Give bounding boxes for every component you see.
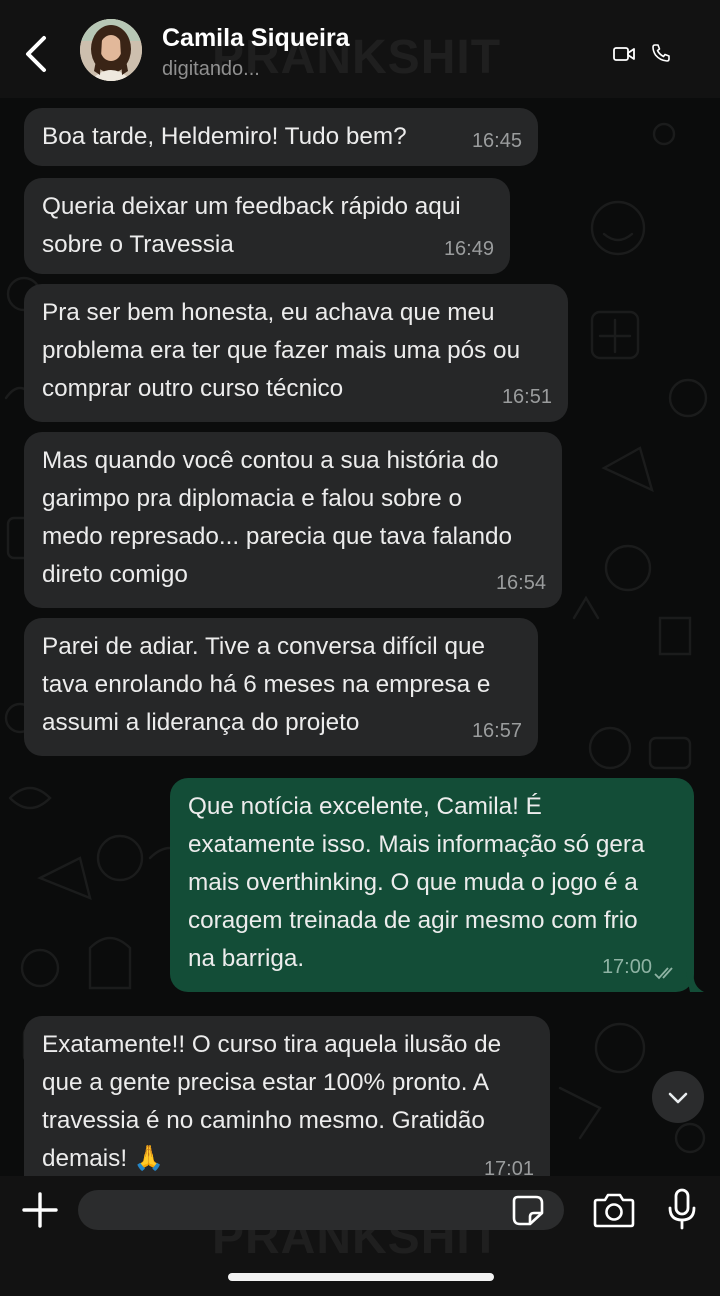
message-bubble-outgoing[interactable]: Que notícia excelente, Camila! É exatame…: [170, 778, 694, 992]
message-text: Boa tarde, Heldemiro! Tudo bem?: [42, 123, 407, 150]
sticker-button[interactable]: [510, 1193, 546, 1227]
message-time: 16:49: [443, 238, 494, 260]
message-bubble-incoming[interactable]: Pra ser bem honesta, eu achava que meu p…: [24, 284, 568, 422]
message-bubble-incoming[interactable]: Queria deixar um feedback rápido aqui so…: [24, 178, 510, 274]
chat-header: Camila Siqueira digitando... PRANKSHIT: [0, 0, 720, 98]
message-text: Mas quando você contou a sua história do…: [42, 447, 513, 588]
message-time: 16:54: [495, 572, 546, 594]
camera-button[interactable]: [592, 1190, 636, 1230]
video-call-button[interactable]: [612, 44, 638, 64]
voice-call-button[interactable]: [651, 43, 671, 63]
watermark: PRANKSHIT: [212, 31, 502, 84]
microphone-button[interactable]: [666, 1188, 698, 1232]
message-input[interactable]: [78, 1190, 564, 1230]
home-indicator[interactable]: [228, 1273, 494, 1281]
bubble-tail: [686, 972, 704, 992]
message-text: Queria deixar um feedback rápido aqui so…: [42, 193, 461, 258]
chevron-down-icon: [668, 1092, 688, 1104]
attach-button[interactable]: [20, 1190, 60, 1230]
message-bubble-incoming[interactable]: Parei de adiar. Tive a conversa difícil …: [24, 618, 538, 756]
phone-icon: [652, 44, 670, 62]
camera-icon: [593, 1193, 635, 1228]
message-text: Parei de adiar. Tive a conversa difícil …: [42, 633, 491, 736]
message-time: 16:45: [471, 130, 522, 152]
microphone-icon: [668, 1188, 696, 1230]
message-time: 17:00: [601, 956, 652, 978]
message-text: Exatamente!! O curso tira aquela ilusão …: [42, 1031, 502, 1172]
avatar[interactable]: [80, 19, 142, 81]
chat-area[interactable]: PRANKSHIT Boa tarde, Heldemiro! Tudo bem…: [0, 98, 720, 1176]
scroll-to-bottom-button[interactable]: [652, 1071, 704, 1123]
avatar-photo: [80, 19, 142, 81]
video-camera-icon: [613, 47, 635, 61]
plus-icon: [22, 1192, 58, 1228]
read-receipt-icon: [654, 967, 673, 980]
sticker-icon: [512, 1195, 544, 1226]
message-text: Pra ser bem honesta, eu achava que meu p…: [42, 299, 521, 402]
message-bubble-incoming[interactable]: Boa tarde, Heldemiro! Tudo bem? 16:45: [24, 108, 538, 166]
back-arrow-icon: [26, 36, 46, 72]
message-bubble-incoming[interactable]: Exatamente!! O curso tira aquela ilusão …: [24, 1016, 550, 1176]
message-time: 16:51: [501, 386, 552, 408]
message-time: 17:01: [483, 1158, 534, 1176]
message-time: 16:57: [471, 720, 522, 742]
message-bubble-incoming[interactable]: Mas quando você contou a sua história do…: [24, 432, 562, 608]
back-button[interactable]: [18, 32, 58, 76]
